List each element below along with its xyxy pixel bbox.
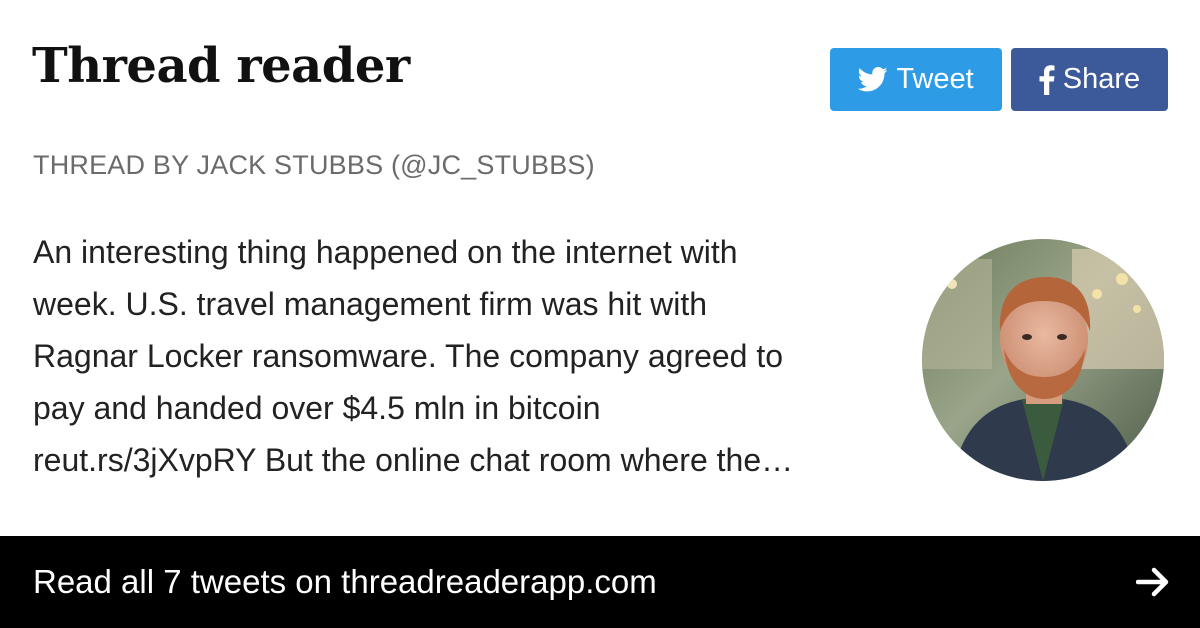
excerpt-line: pay and handed over $4.5 mln in bitcoin bbox=[33, 390, 601, 426]
share-button[interactable]: Share bbox=[1011, 48, 1168, 111]
excerpt-line: week. U.S. travel management firm was hi… bbox=[33, 286, 708, 322]
app-title: Thread reader bbox=[32, 38, 410, 94]
twitter-bird-icon bbox=[858, 67, 888, 92]
read-thread-footer[interactable]: Read all 7 tweets on threadreaderapp.com bbox=[0, 536, 1200, 628]
tweet-button[interactable]: Tweet bbox=[830, 48, 1002, 111]
thread-excerpt: An interesting thing happened on the int… bbox=[33, 226, 903, 486]
excerpt-line: reut.rs/3jXvpRY But the online chat room… bbox=[33, 442, 794, 478]
excerpt-line: Ragnar Locker ransomware. The company ag… bbox=[33, 338, 784, 374]
tweet-button-label: Tweet bbox=[896, 63, 974, 95]
read-all-tweets-link[interactable]: Read all 7 tweets on threadreaderapp.com bbox=[33, 563, 657, 601]
share-button-label: Share bbox=[1062, 63, 1141, 95]
author-avatar bbox=[922, 239, 1164, 481]
arrow-right-icon[interactable] bbox=[1136, 567, 1170, 597]
thread-author-byline: THREAD BY JACK STUBBS (@JC_STUBBS) bbox=[33, 150, 595, 180]
facebook-f-icon bbox=[1039, 64, 1055, 95]
excerpt-line: An interesting thing happened on the int… bbox=[33, 234, 738, 270]
